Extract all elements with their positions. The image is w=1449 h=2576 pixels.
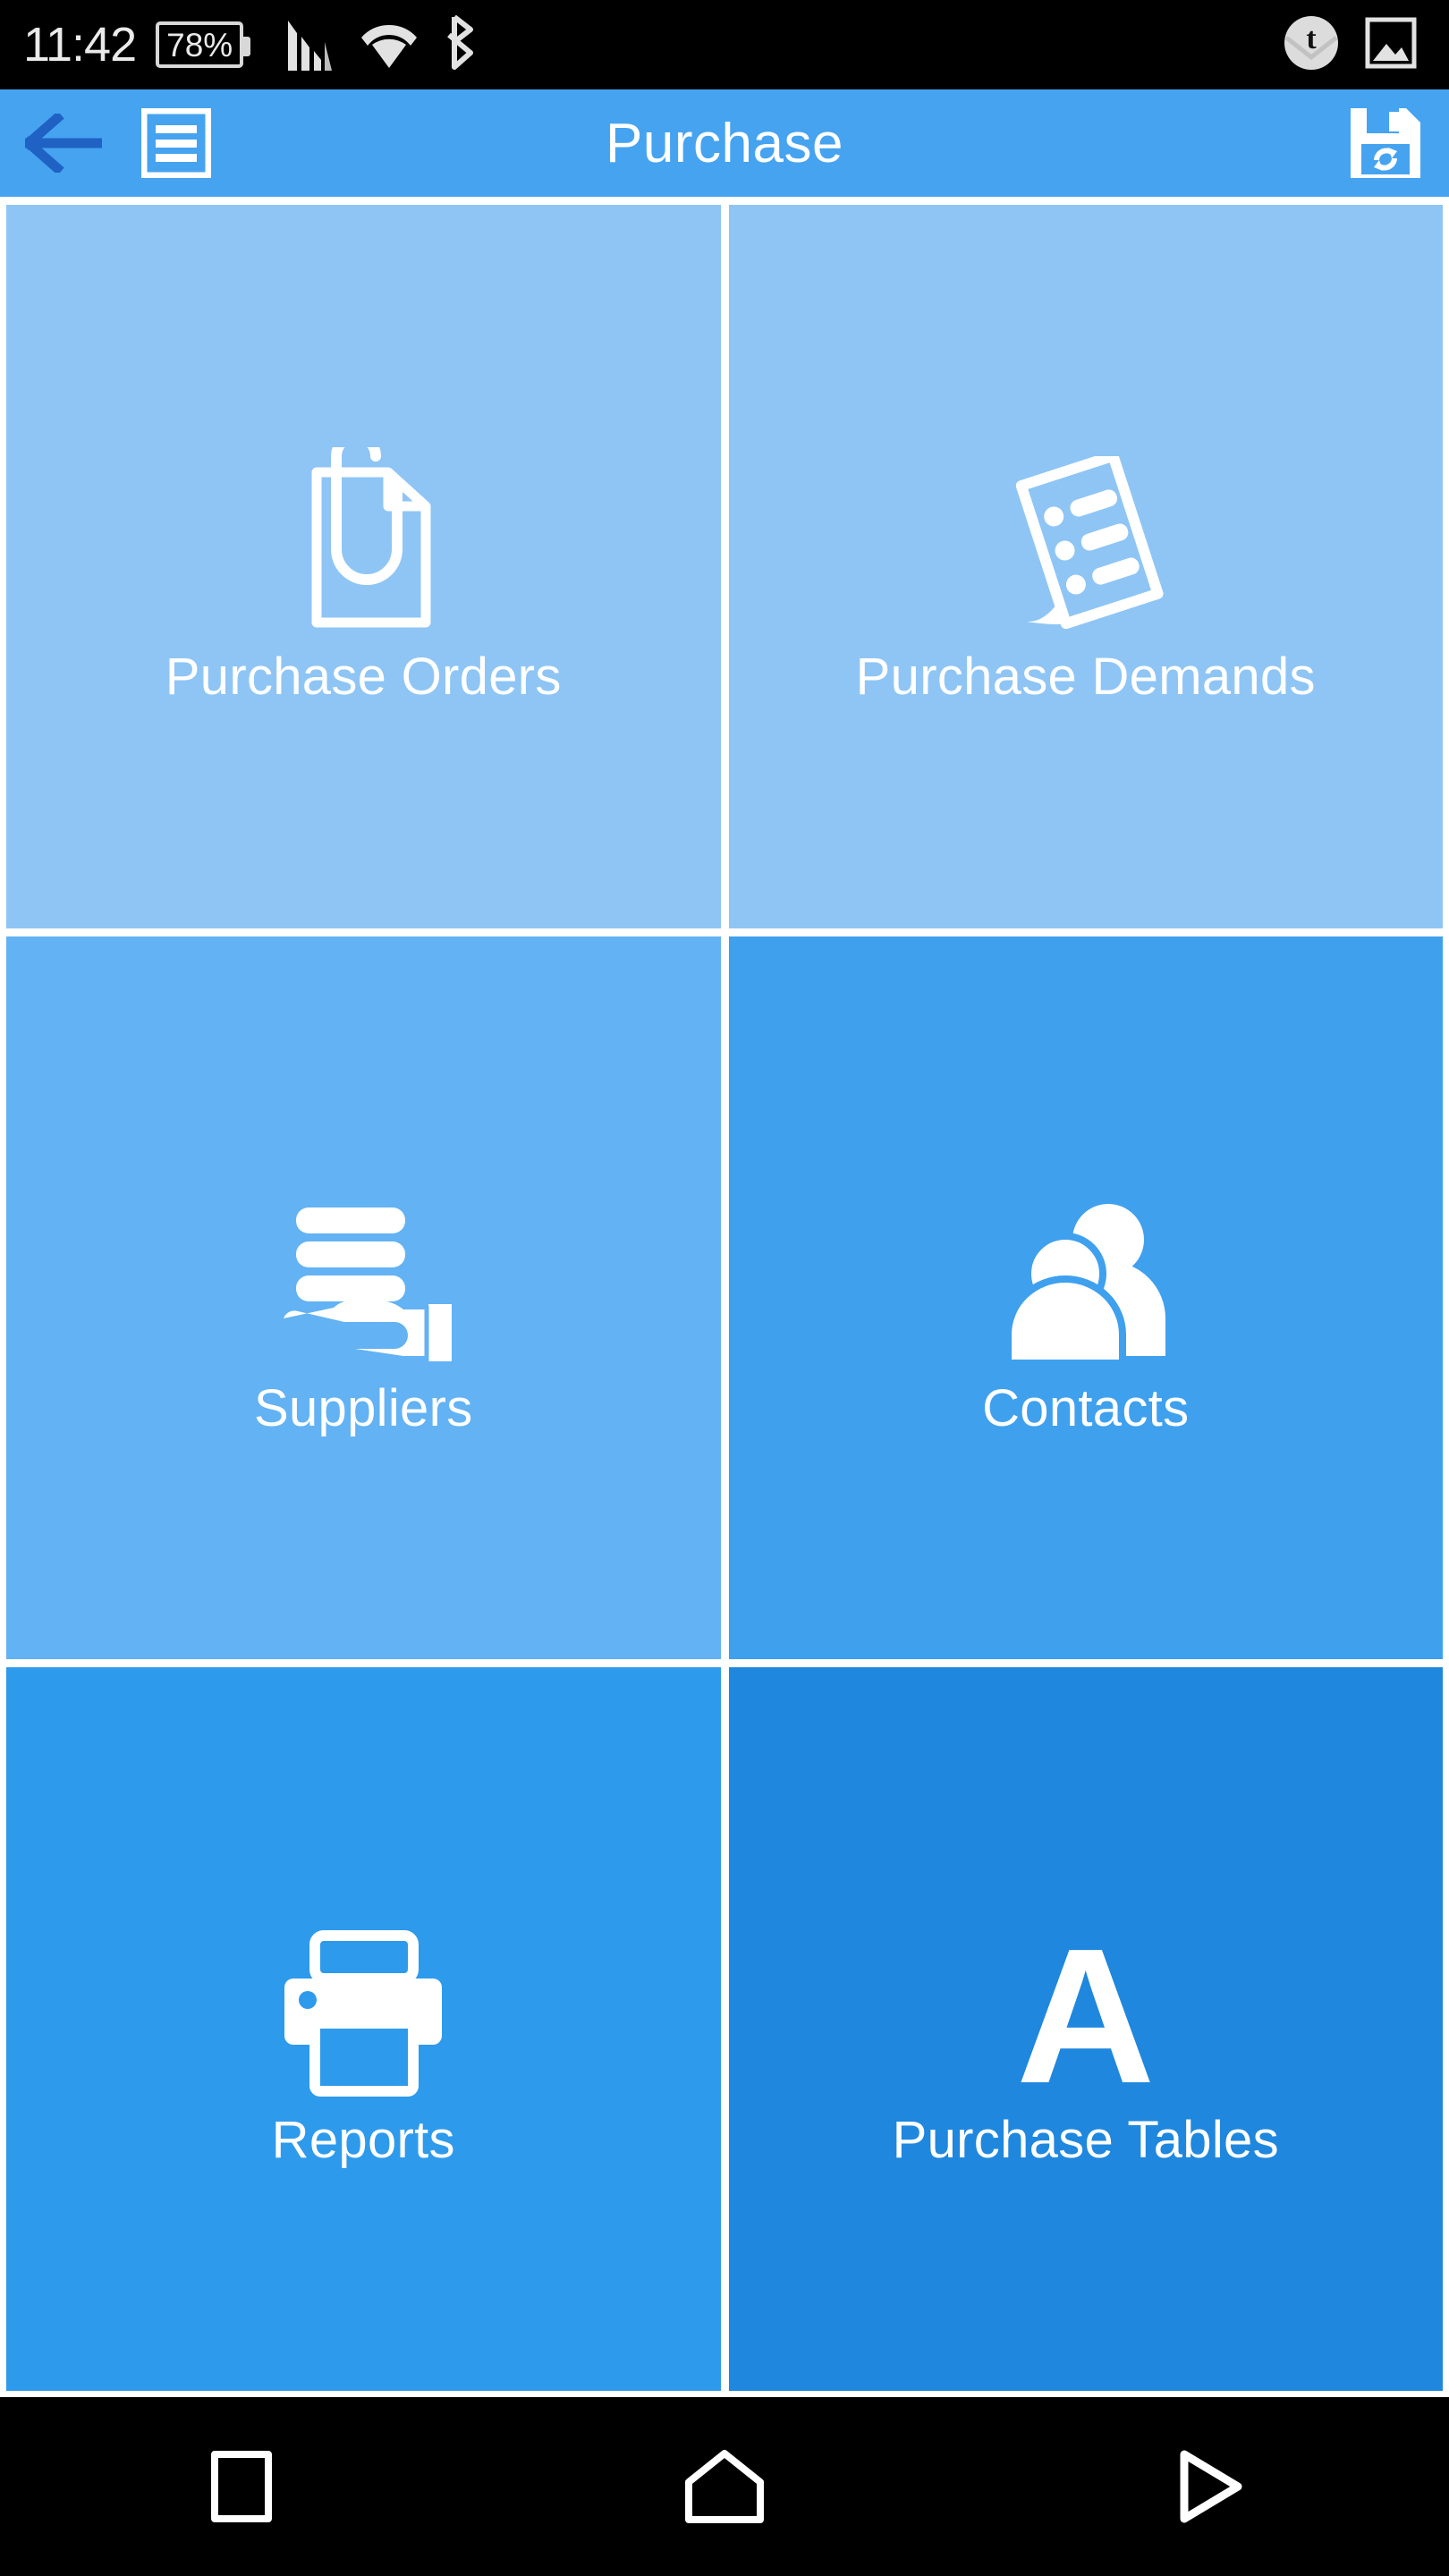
tile-grid: Purchase Orders Purchase Demands Supplie… [0,197,1449,2397]
tile-contacts[interactable]: Contacts [728,936,1443,1660]
signal-bars-icon [284,15,336,75]
tile-label: Contacts [982,1378,1190,1437]
tile-purchase-tables[interactable]: A Purchase Tables [728,1667,1443,2391]
tile-purchase-demands[interactable]: Purchase Demands [728,205,1443,928]
save-sync-floppy-icon[interactable] [1347,105,1424,182]
svg-text:t: t [1306,22,1317,55]
letter-a-icon: A [1016,1893,1156,2123]
battery-indicator: 78% [156,21,251,68]
tile-label: Purchase Tables [892,2110,1279,2169]
two-people-icon [1001,1161,1171,1367]
letter-a-glyph: A [1016,1907,1156,2123]
back-triangle-icon[interactable] [1118,2397,1297,2576]
app-bar: Purchase [0,89,1449,197]
list-menu-icon[interactable] [141,108,211,178]
tile-suppliers[interactable]: Suppliers [6,936,721,1660]
page-title: Purchase [606,112,843,174]
tile-label: Purchase Orders [165,648,562,707]
phone-screen: 11:42 78% t Purchase Purchase Orders Pur… [0,0,1449,2576]
screenshot-image-icon [1365,17,1417,73]
home-icon[interactable] [635,2397,814,2576]
tile-reports[interactable]: Reports [6,1667,721,2391]
bluetooth-icon [442,14,479,75]
recents-square-icon[interactable] [152,2397,331,2576]
wifi-icon [360,18,419,72]
tile-label: Suppliers [254,1378,473,1437]
tilted-checklist-document-icon [996,429,1175,635]
printer-icon [274,1893,453,2098]
tile-label: Purchase Demands [855,648,1316,707]
tile-label: Reports [271,2110,455,2169]
document-paperclip-icon [290,429,437,635]
hand-holding-stack-icon [269,1161,457,1367]
tumblr-mail-notification-icon: t [1283,14,1340,76]
status-bar-clock: 11:42 [23,18,137,72]
system-nav-bar [0,2397,1449,2576]
tile-purchase-orders[interactable]: Purchase Orders [6,205,721,928]
battery-percent-label: 78% [166,26,233,64]
back-arrow-icon[interactable] [25,114,102,173]
status-bar: 11:42 78% t [0,0,1449,89]
